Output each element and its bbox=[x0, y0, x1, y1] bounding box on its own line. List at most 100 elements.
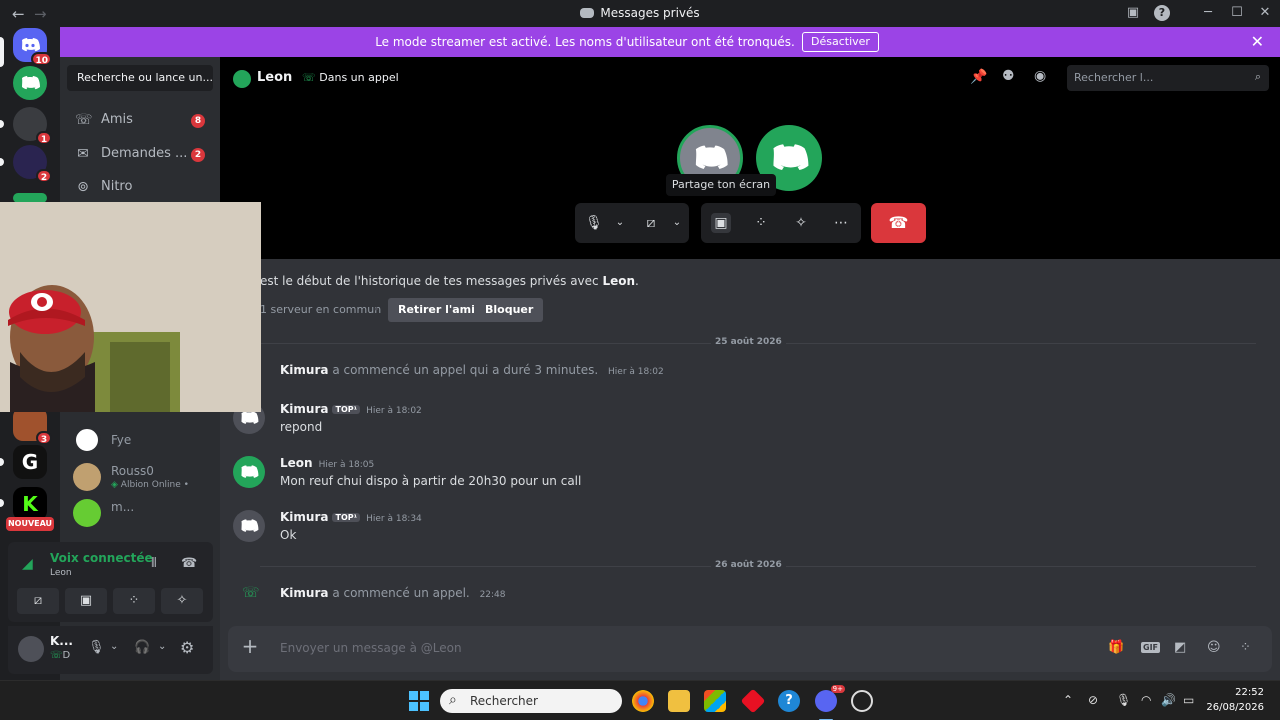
user-status: ☏D bbox=[50, 650, 70, 661]
minimize-icon[interactable]: ─ bbox=[1200, 5, 1216, 21]
dm-item-fye[interactable]: Fye bbox=[67, 422, 213, 458]
discord-taskbar-icon[interactable]: 9+ bbox=[815, 685, 845, 712]
activities-icon[interactable]: ⁘ bbox=[751, 213, 771, 233]
windows-start-icon[interactable] bbox=[409, 691, 429, 711]
avatar[interactable] bbox=[18, 636, 44, 662]
streamer-banner: Le mode streamer est activé. Les noms d'… bbox=[60, 27, 1280, 57]
microsoft-store-icon[interactable] bbox=[704, 690, 726, 712]
mic-camera-controls: 🎙 ⌄ ⧄ ⌄ bbox=[575, 203, 689, 243]
tray-app-icon[interactable]: ⊘ bbox=[1088, 693, 1098, 707]
camera-off-button[interactable]: ⧄ bbox=[17, 588, 59, 614]
system-message: ☏ Kimura a commencé un appel. 22:48 bbox=[220, 583, 1280, 607]
sticker-icon[interactable]: ◩ bbox=[1174, 640, 1186, 655]
server-avatar-4[interactable]: 3 bbox=[13, 407, 52, 445]
message-author[interactable]: Leon bbox=[280, 456, 313, 470]
microphone-icon[interactable]: 🎙 bbox=[584, 213, 604, 233]
message-author[interactable]: Kimura bbox=[280, 402, 328, 416]
inbox-icon[interactable]: ▣ bbox=[1125, 5, 1141, 21]
dot-separator: • bbox=[373, 303, 380, 316]
clock-time[interactable]: 22:52 bbox=[1210, 687, 1264, 698]
volume-icon[interactable]: 🔊 bbox=[1161, 693, 1176, 707]
hang-up-icon: ☎ bbox=[888, 213, 909, 232]
apps-icon[interactable]: ⁘ bbox=[1240, 640, 1251, 655]
user-profile-icon[interactable]: ◉ bbox=[1034, 68, 1046, 84]
system-message: Kimura a commencé un appel qui a duré 3 … bbox=[220, 360, 1280, 384]
taskbar-search[interactable]: ⌕ Rechercher bbox=[440, 689, 622, 713]
call-status-text: Dans un appel bbox=[319, 71, 399, 84]
soundboard-button[interactable]: ✧ bbox=[161, 588, 203, 614]
user-name: K... bbox=[50, 634, 73, 648]
activities-button[interactable]: ⁘ bbox=[113, 588, 155, 614]
add-friends-icon[interactable]: ⚉ bbox=[1002, 68, 1015, 84]
add-attachment-icon[interactable]: + bbox=[241, 636, 259, 656]
block-button[interactable]: Bloquer bbox=[475, 298, 544, 322]
dm-item-rouss0[interactable]: Rouss0 ◈ Albion Online • bbox=[67, 459, 213, 495]
windows-logo-icon bbox=[409, 691, 429, 711]
settings-gear-icon[interactable]: ⚙ bbox=[180, 638, 194, 657]
chrome-icon[interactable] bbox=[632, 690, 654, 712]
file-explorer-icon[interactable] bbox=[668, 690, 690, 712]
screen-share-icon[interactable]: ▣ bbox=[711, 213, 731, 233]
app-red-diamond-icon[interactable] bbox=[740, 688, 766, 714]
noise-suppression-icon[interactable]: ⦀ bbox=[151, 556, 157, 571]
camera-off-icon[interactable]: ⧄ bbox=[641, 213, 661, 233]
avatar[interactable] bbox=[233, 510, 265, 542]
server-green-discord[interactable] bbox=[13, 66, 47, 100]
sidebar-item-requests[interactable]: ✉ Demandes ... 2 bbox=[67, 140, 213, 170]
mutual-servers[interactable]: 1 serveur en commun bbox=[260, 303, 381, 316]
screen-share-button[interactable]: ▣ bbox=[65, 588, 107, 614]
clan-tag[interactable]: TOP¹ bbox=[332, 405, 361, 414]
wifi-icon[interactable]: ◠ bbox=[1141, 693, 1151, 707]
tray-overflow-icon[interactable]: ⌃ bbox=[1063, 693, 1073, 707]
server-g[interactable]: G bbox=[13, 445, 47, 479]
clan-tag[interactable]: TOP¹ bbox=[332, 513, 361, 522]
sidebar-item-nitro[interactable]: ⊚ Nitro bbox=[67, 173, 213, 203]
find-conversation-button[interactable]: Recherche ou lance un... bbox=[67, 65, 213, 91]
discord-logo-icon bbox=[22, 76, 40, 90]
microphone-icon[interactable]: 🎙 bbox=[88, 640, 105, 655]
obs-icon[interactable] bbox=[851, 690, 873, 712]
pin-icon[interactable]: 📌 bbox=[970, 69, 987, 85]
help-icon[interactable]: ? bbox=[1154, 5, 1170, 21]
avatar bbox=[73, 426, 101, 454]
avatar[interactable] bbox=[233, 456, 265, 488]
chevron-down-icon[interactable]: ⌄ bbox=[110, 641, 118, 652]
maximize-icon[interactable]: ☐ bbox=[1229, 5, 1245, 21]
dm-item-m[interactable]: m... bbox=[67, 495, 213, 531]
unread-pill bbox=[0, 158, 4, 166]
battery-icon[interactable]: ▭ bbox=[1183, 693, 1194, 707]
header-name[interactable]: Leon bbox=[257, 70, 292, 85]
gift-icon[interactable]: 🎁 bbox=[1108, 640, 1124, 655]
sidebar-item-friends[interactable]: ☏ Amis 8 bbox=[67, 106, 213, 136]
close-banner-icon[interactable]: ✕ bbox=[1251, 32, 1264, 51]
message-author[interactable]: Kimura bbox=[280, 363, 328, 377]
message-input[interactable]: Envoyer un message à @Leon bbox=[280, 641, 980, 655]
new-badge: NOUVEAU bbox=[6, 517, 54, 531]
headphones-icon[interactable]: 🎧 bbox=[134, 640, 150, 655]
server-avatar-1[interactable]: 1 bbox=[13, 107, 52, 145]
clock-date[interactable]: 26/08/2026 bbox=[1202, 702, 1264, 713]
chevron-down-icon[interactable]: ⌄ bbox=[667, 213, 687, 233]
chevron-down-icon[interactable]: ⌄ bbox=[158, 641, 166, 652]
home-button[interactable]: 10 bbox=[13, 28, 52, 66]
more-options-icon[interactable]: ⋯ bbox=[831, 213, 851, 233]
chevron-down-icon[interactable]: ⌄ bbox=[610, 213, 630, 233]
server-avatar-2[interactable]: 2 bbox=[13, 145, 52, 183]
server-kick[interactable]: K bbox=[13, 487, 47, 521]
remove-friend-button[interactable]: Retirer l'ami bbox=[388, 298, 485, 322]
message-author[interactable]: Kimura bbox=[280, 586, 328, 600]
gif-button[interactable]: GIF bbox=[1141, 642, 1161, 653]
soundboard-icon[interactable]: ✧ bbox=[791, 213, 811, 233]
microphone-icon[interactable]: 🎙 bbox=[1116, 693, 1131, 707]
user-panel: K... ☏D 🎙 ⌄ 🎧 ⌄ ⚙ bbox=[8, 626, 213, 674]
header-search-input[interactable]: Rechercher l... ⌕ bbox=[1067, 65, 1269, 91]
message-author[interactable]: Kimura bbox=[280, 510, 328, 524]
close-window-icon[interactable]: ✕ bbox=[1257, 5, 1273, 21]
voice-status[interactable]: Voix connectée bbox=[50, 551, 153, 565]
end-call-button[interactable]: ☎ bbox=[871, 203, 926, 243]
emoji-icon[interactable]: ☺ bbox=[1207, 640, 1221, 655]
help-app-icon[interactable]: ? bbox=[778, 690, 800, 712]
deactivate-button[interactable]: Désactiver bbox=[802, 32, 879, 52]
message-header: Kimura TOP¹ Hier à 18:02 bbox=[280, 402, 422, 416]
disconnect-icon[interactable]: ☎ bbox=[181, 556, 197, 571]
